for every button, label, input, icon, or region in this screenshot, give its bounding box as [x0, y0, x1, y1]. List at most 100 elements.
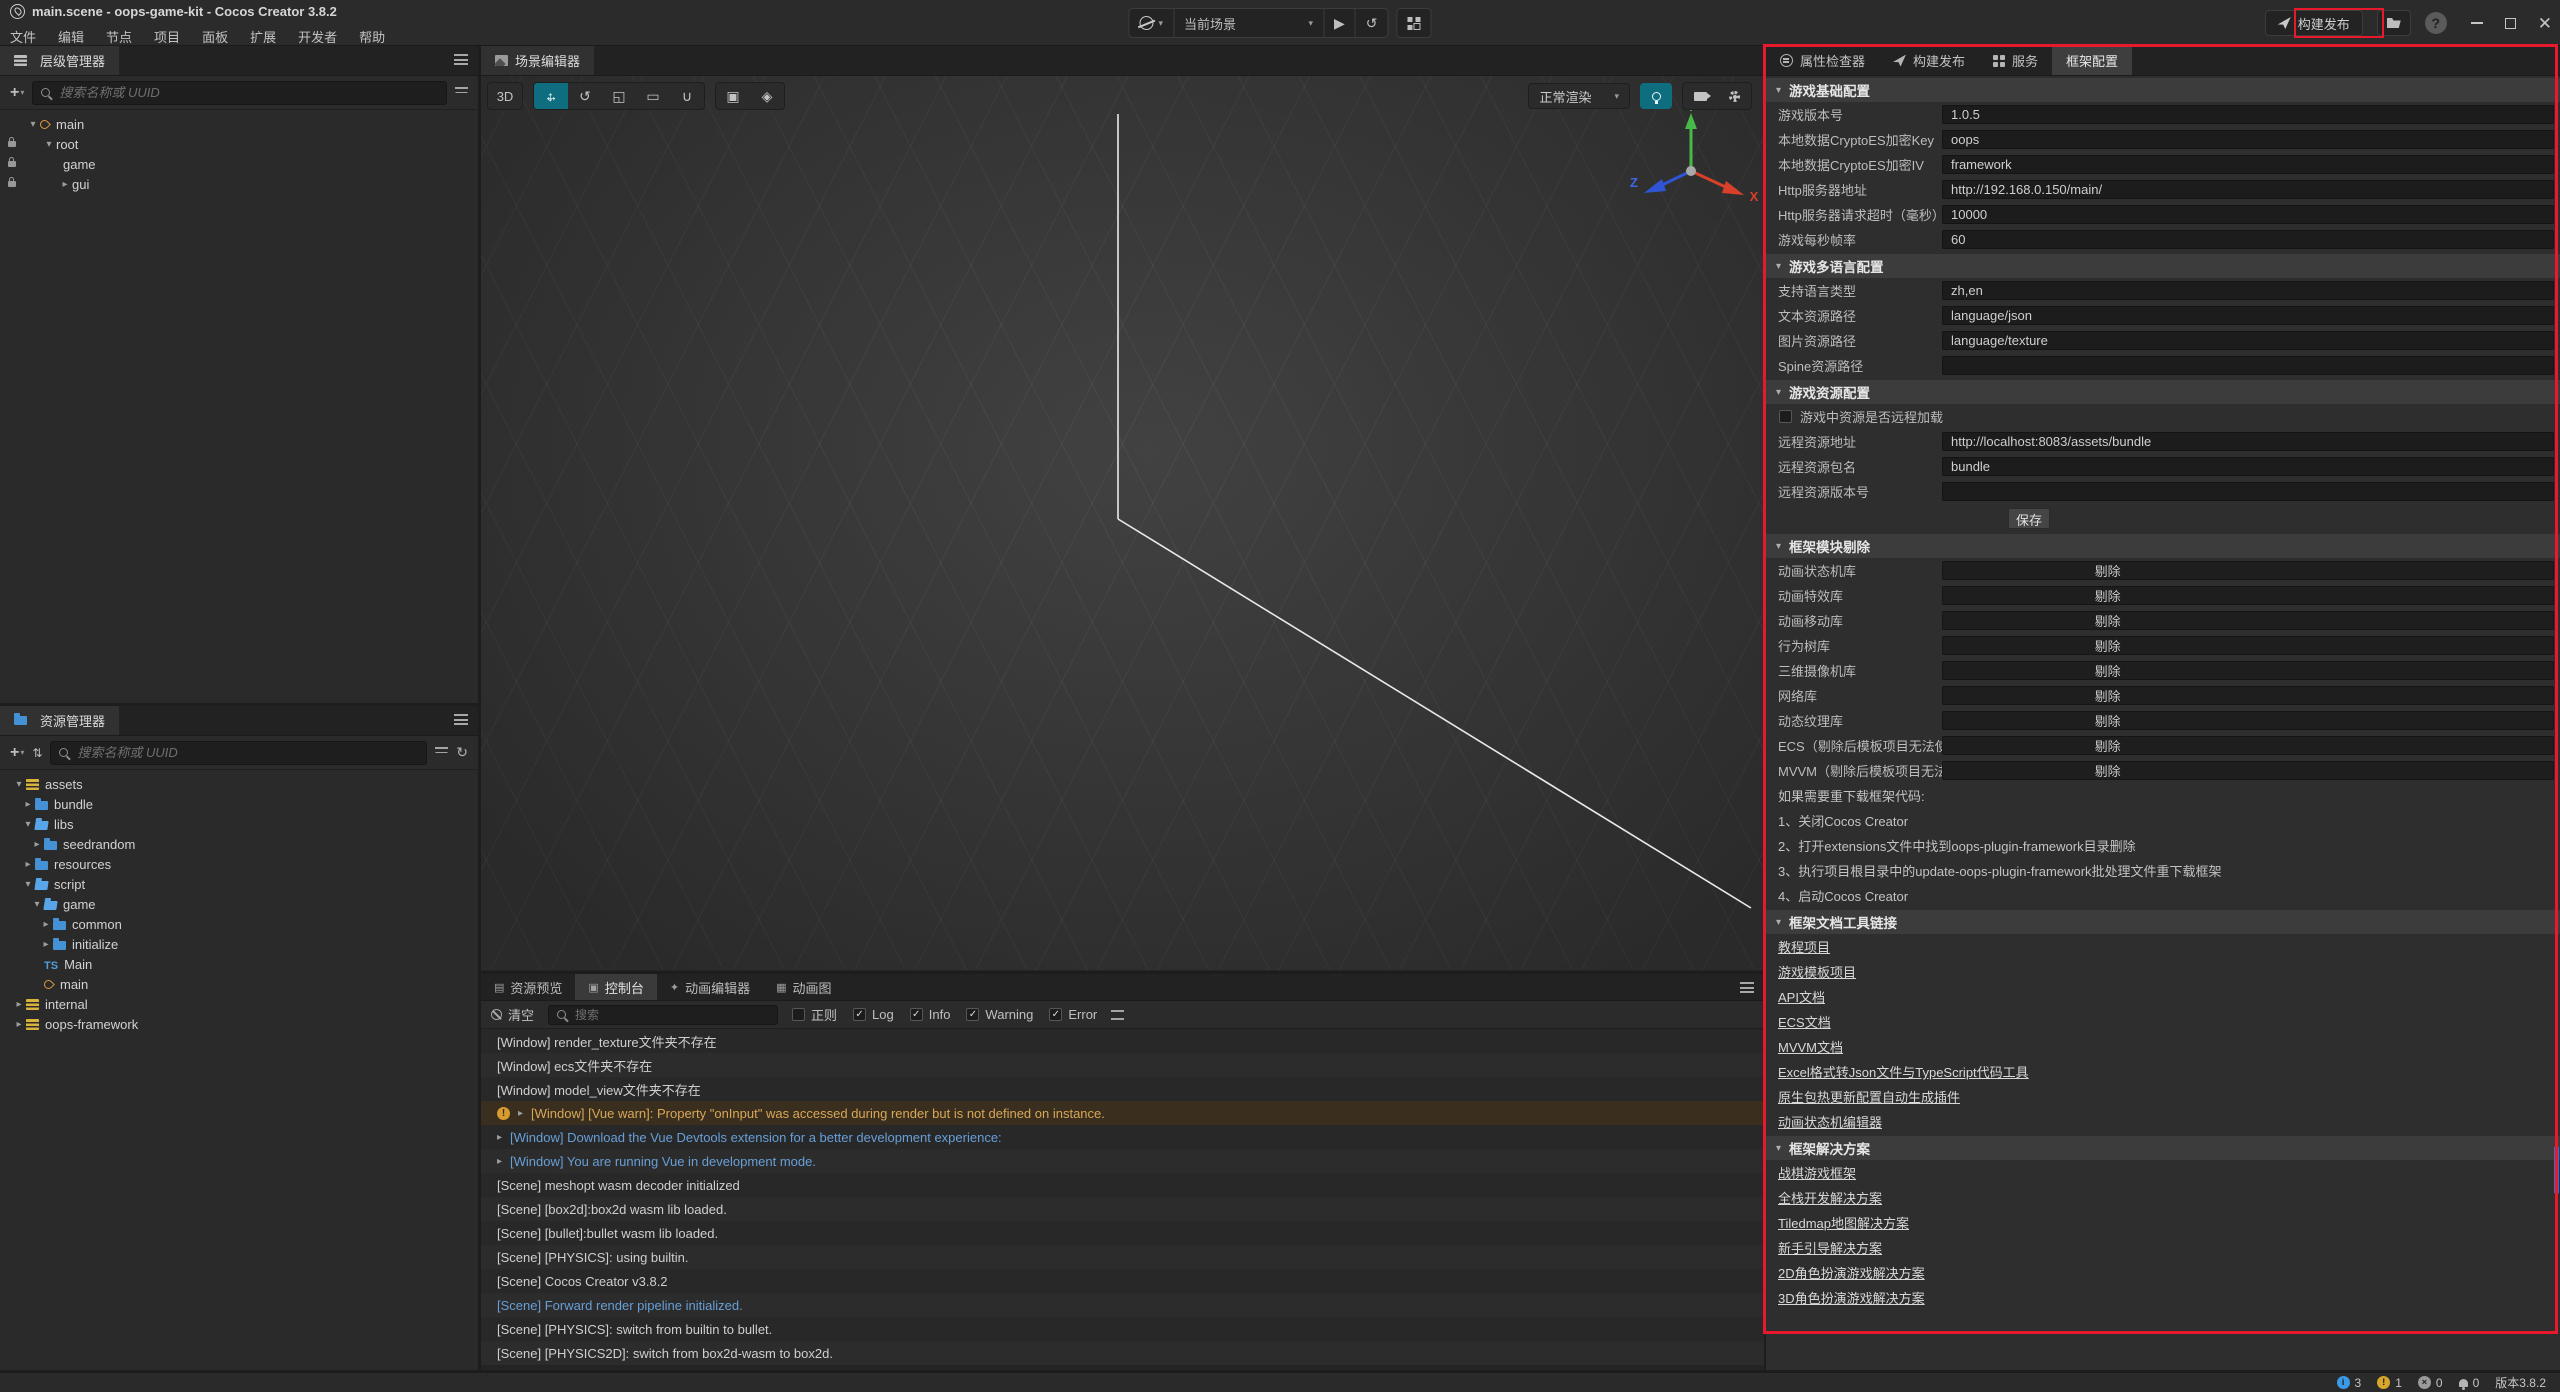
tree-chevron-icon[interactable] — [58, 179, 72, 190]
section-header-language[interactable]: ▾游戏多语言配置 — [1766, 254, 2560, 278]
asset-node-row[interactable]: seedrandom — [0, 834, 478, 854]
remove-module-button[interactable]: 剔除 — [2095, 612, 2121, 631]
log-filter[interactable]: Log — [853, 1005, 894, 1024]
console-tab[interactable]: ✦ 动画编辑器 — [657, 974, 763, 1000]
scene-viewport[interactable]: Y X Z 3D ↺ ◱ ▭ ∪ ▣ — [481, 76, 1764, 970]
remove-module-button[interactable]: 剔除 — [2095, 662, 2121, 681]
solution-link[interactable]: 战棋游戏框架 — [1778, 1163, 1856, 1182]
tree-chevron-icon[interactable] — [21, 859, 35, 870]
asset-node-row[interactable]: oops-framework — [0, 1014, 478, 1034]
minimize-button[interactable] — [2471, 22, 2483, 24]
remove-module-button[interactable]: 剔除 — [2095, 562, 2121, 581]
menu-item[interactable]: 节点 — [106, 27, 132, 46]
hierarchy-node-row[interactable]: main — [0, 114, 478, 134]
hierarchy-node-row[interactable]: gui — [0, 174, 478, 194]
hierarchy-search-input[interactable] — [57, 84, 438, 101]
tree-chevron-icon[interactable] — [30, 899, 44, 910]
doc-link[interactable]: 原生包热更新配置自动生成插件 — [1778, 1087, 1960, 1106]
log-row[interactable]: ! ▸ [Scene] Cocos Creator v3.8.2 — [481, 1269, 1764, 1293]
clear-console-button[interactable]: 清空 — [491, 1005, 534, 1024]
solution-link[interactable]: 2D角色扮演游戏解决方案 — [1778, 1263, 1925, 1282]
scene-tab[interactable]: 场景编辑器 — [481, 46, 594, 75]
section-header-modules[interactable]: ▾框架模块剔除 — [1766, 534, 2560, 558]
asset-node-row[interactable]: resources — [0, 854, 478, 874]
menu-item[interactable]: 开发者 — [298, 27, 337, 46]
log-row[interactable]: ! ▸ [Window] [Vue warn]: Property "onInp… — [481, 1101, 1764, 1125]
inspector-tab[interactable]: 属性检查器 — [1766, 46, 1879, 75]
error-count[interactable]: ×0 — [2418, 1376, 2443, 1390]
log-filter[interactable]: Warning — [966, 1005, 1033, 1024]
asset-node-row[interactable]: internal — [0, 994, 478, 1014]
panel-menu-icon[interactable] — [1740, 982, 1754, 993]
assets-search-input[interactable] — [75, 744, 418, 761]
remote-load-checkbox[interactable] — [1779, 410, 1792, 423]
log-row[interactable]: ! ▸ [Scene] [PHYSICS]: switch from built… — [481, 1317, 1764, 1341]
tree-chevron-icon[interactable] — [30, 839, 44, 850]
refresh-icon[interactable]: ↻ — [456, 744, 468, 761]
log-row[interactable]: ! ▸ [Scene] [PHYSICS]: using builtin. — [481, 1245, 1764, 1269]
scale-tool-button[interactable]: ◱ — [602, 83, 636, 109]
sort-assets-icon[interactable]: ⇅ — [32, 746, 42, 760]
console-tab[interactable]: ▣ 控制台 — [575, 974, 656, 1000]
inspector-tab[interactable]: 构建发布 — [1879, 46, 1979, 75]
orientation-gizmo[interactable]: Y X Z — [1616, 101, 1764, 241]
rotate-tool-button[interactable]: ↺ — [568, 83, 602, 109]
tree-chevron-icon[interactable] — [12, 779, 26, 790]
expand-chevron-icon[interactable]: ▸ — [497, 1132, 502, 1143]
log-filter[interactable]: Error — [1049, 1005, 1097, 1024]
checkbox[interactable] — [1049, 1008, 1062, 1021]
hierarchy-node-row[interactable]: game — [0, 154, 478, 174]
solution-link[interactable]: 3D角色扮演游戏解决方案 — [1778, 1288, 1925, 1307]
scene-select-dropdown[interactable]: 当前场景▾ — [1173, 9, 1323, 37]
checkbox[interactable] — [966, 1008, 979, 1021]
section-header-solutions[interactable]: ▾框架解决方案 — [1766, 1136, 2560, 1160]
expand-chevron-icon[interactable]: ▸ — [497, 1156, 502, 1167]
panel-menu-icon[interactable] — [454, 714, 468, 725]
tree-chevron-icon[interactable] — [39, 919, 53, 930]
doc-link[interactable]: 动画状态机编辑器 — [1778, 1112, 1882, 1131]
create-asset-button[interactable]: +▾ — [10, 744, 24, 762]
pivot-toggle-button[interactable]: ▣ — [716, 83, 750, 109]
remove-module-button[interactable]: 剔除 — [2095, 637, 2121, 656]
solution-link[interactable]: Tiledmap地图解决方案 — [1778, 1213, 1909, 1232]
doc-link[interactable]: Excel格式转Json文件与TypeScript代码工具 — [1778, 1062, 2029, 1081]
property-input[interactable] — [1942, 432, 2554, 451]
doc-link[interactable]: 游戏模板项目 — [1778, 962, 1856, 981]
log-row[interactable]: ! ▸ [Window] You are running Vue in deve… — [481, 1149, 1764, 1173]
qr-preview-button[interactable] — [1398, 9, 1431, 37]
asset-node-row[interactable]: initialize — [0, 934, 478, 954]
property-input[interactable] — [1942, 155, 2554, 174]
property-input[interactable] — [1942, 180, 2554, 199]
checkbox[interactable] — [910, 1008, 923, 1021]
warning-count[interactable]: !1 — [2377, 1376, 2402, 1390]
property-input[interactable] — [1942, 205, 2554, 224]
section-header-docs[interactable]: ▾框架文档工具链接 — [1766, 910, 2560, 934]
menu-item[interactable]: 扩展 — [250, 27, 276, 46]
tree-chevron-icon[interactable] — [12, 1019, 26, 1030]
asset-node-row[interactable]: common — [0, 914, 478, 934]
asset-node-row[interactable]: main — [0, 974, 478, 994]
doc-link[interactable]: API文档 — [1778, 987, 1825, 1006]
menu-item[interactable]: 面板 — [202, 27, 228, 46]
create-node-button[interactable]: +▾ — [10, 84, 24, 102]
info-count[interactable]: i3 — [2337, 1376, 2362, 1390]
asset-node-row[interactable]: script — [0, 874, 478, 894]
log-row[interactable]: ! ▸ [Window] Download the Vue Devtools e… — [481, 1125, 1764, 1149]
open-project-folder-button[interactable] — [2377, 10, 2411, 36]
expand-chevron-icon[interactable]: ▸ — [518, 1108, 523, 1119]
log-row[interactable]: ! ▸ [Window] model_view文件夹不存在 — [481, 1077, 1764, 1101]
asset-node-row[interactable]: assets — [0, 774, 478, 794]
property-input[interactable] — [1942, 331, 2554, 350]
hierarchy-node-row[interactable]: root — [0, 134, 478, 154]
panel-menu-icon[interactable] — [454, 54, 468, 65]
view-3d-toggle[interactable]: 3D — [488, 83, 522, 109]
menu-item[interactable]: 帮助 — [359, 27, 385, 46]
property-input[interactable] — [1942, 356, 2554, 375]
tree-chevron-icon[interactable] — [21, 879, 35, 890]
remove-module-button[interactable]: 剔除 — [2095, 587, 2121, 606]
reload-button[interactable]: ↺ — [1355, 9, 1388, 37]
coordinate-toggle-button[interactable]: ◈ — [750, 83, 784, 109]
property-input[interactable] — [1942, 130, 2554, 149]
doc-link[interactable]: MVVM文档 — [1778, 1037, 1843, 1056]
log-row[interactable]: ! ▸ [Scene] [bullet]:bullet wasm lib loa… — [481, 1221, 1764, 1245]
